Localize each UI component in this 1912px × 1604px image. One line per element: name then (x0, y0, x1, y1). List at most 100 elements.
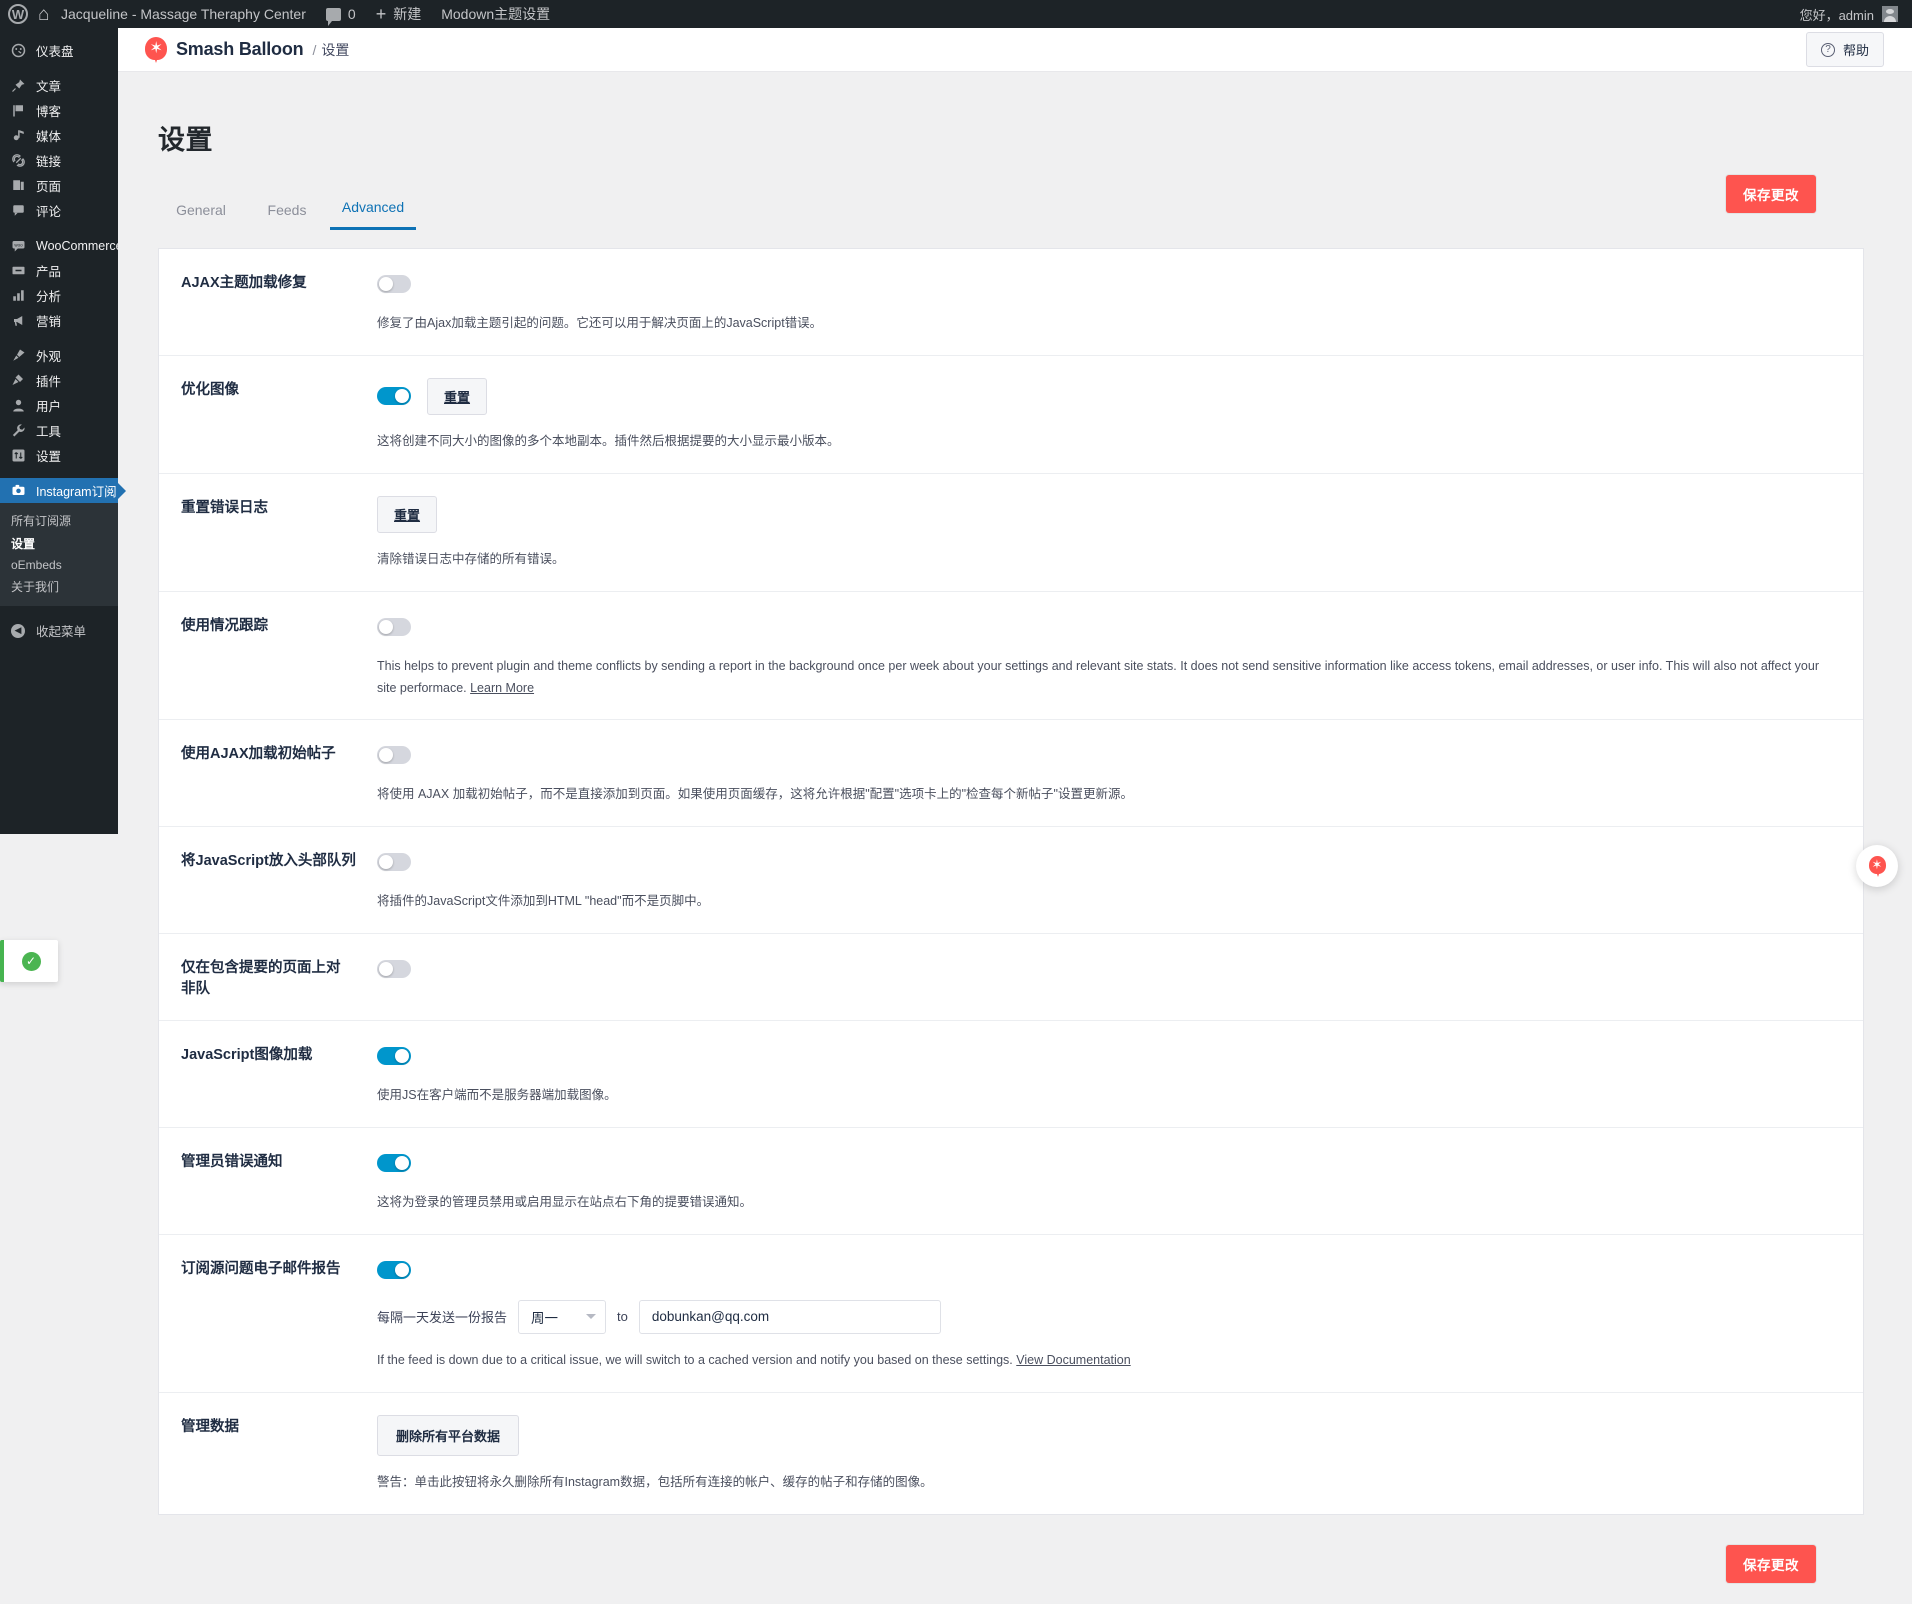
help-button[interactable]: ? 帮助 (1805, 32, 1884, 67)
wp-admin-bar: W Jacqueline - Massage Theraphy Center 0… (0, 0, 1912, 28)
sidebar-item-comments[interactable]: 评论 (0, 198, 118, 223)
sidebar-item-label: 博客 (36, 105, 62, 119)
setting-body: 每隔一天发送一份报告 周一 to dobunkan@qq.com If the … (377, 1257, 1863, 1372)
sidebar-item-woocommerce[interactable]: woo WooCommerce (0, 233, 123, 258)
support-fab-button[interactable]: ✶ (1856, 845, 1898, 887)
plugin-brand[interactable]: ✶ Smash Balloon (145, 36, 304, 63)
chevron-down-icon (586, 1314, 597, 1320)
setting-row-ajax-theme-fix: AJAX主题加载修复 修复了由Ajax加载主题引起的问题。它还可以用于解决页面上… (159, 249, 1863, 356)
sidebar-item-users[interactable]: 用户 (0, 393, 118, 418)
collapse-menu-label: 收起菜单 (36, 625, 87, 639)
toggle-js-image-loading[interactable] (377, 1047, 411, 1066)
setting-label: JavaScript图像加载 (181, 1047, 313, 1064)
delete-all-platform-data-button[interactable]: 删除所有平台数据 (377, 1414, 520, 1456)
toggle-enqueue-on-feed-pages[interactable] (377, 960, 411, 979)
sidebar-item-media[interactable]: 媒体 (0, 123, 118, 148)
sidebar-item-label: 外观 (36, 350, 62, 364)
admin-sidebar: 仪表盘 文章 博客 媒体 链接 页面 评论 woo WooCommerce 产品… (0, 28, 123, 834)
toggle-js-in-head[interactable] (377, 853, 411, 872)
tab-advanced[interactable]: Advanced (330, 191, 416, 230)
save-changes-button-bottom[interactable]: 保存更改 (1726, 1544, 1816, 1583)
sidebar-item-marketing[interactable]: 营销 (0, 308, 118, 333)
reset-error-log-button[interactable]: 重置 (377, 495, 438, 533)
theme-settings-label: Modown主题设置 (441, 6, 551, 22)
setting-row-admin-error-notice: 管理员错误通知 这将为登录的管理员禁用或启用显示在站点右下角的提要错误通知。 (159, 1128, 1863, 1235)
dashboard-icon (9, 42, 27, 60)
tab-general[interactable]: General (158, 194, 244, 230)
sidebar-item-appearance[interactable]: 外观 (0, 343, 118, 368)
sidebar-item-links[interactable]: 链接 (0, 148, 118, 173)
sidebar-item-label: 设置 (36, 450, 62, 464)
success-toast: ✓ (0, 940, 58, 982)
setting-body: 使用JS在客户端而不是服务器端加载图像。 (377, 1043, 1863, 1107)
sidebar-item-label: 评论 (36, 205, 62, 219)
toggle-ajax-theme-fix[interactable] (377, 275, 411, 293)
toggle-admin-error-notice[interactable] (377, 1154, 411, 1173)
toggle-knob (379, 855, 393, 870)
sidebar-item-instagram-feed[interactable]: Instagram订阅 (0, 478, 118, 503)
pages-icon (9, 177, 27, 195)
sidebar-item-products[interactable]: 产品 (0, 258, 118, 283)
learn-more-link[interactable]: Learn More (470, 681, 534, 695)
comment-icon (325, 7, 341, 26)
home-icon (38, 7, 54, 21)
report-email-input[interactable]: dobunkan@qq.com (638, 1299, 941, 1334)
sidebar-item-analytics[interactable]: 分析 (0, 283, 118, 308)
menu-spacer (0, 333, 118, 343)
setting-label: 使用情况跟踪 (181, 617, 268, 634)
save-changes-button-top[interactable]: 保存更改 (1726, 175, 1816, 213)
plugin-header: ✶ Smash Balloon / 设置 ? 帮助 (118, 28, 1912, 72)
sidebar-item-blog[interactable]: 博客 (0, 98, 118, 123)
sidebar-item-label: 用户 (36, 400, 62, 414)
site-name-link[interactable]: Jacqueline - Massage Theraphy Center (28, 0, 316, 28)
theme-settings-link[interactable]: Modown主题设置 (431, 0, 560, 28)
setting-label: 管理员错误通知 (181, 1154, 283, 1171)
submenu-item-oembeds[interactable]: oEmbeds (0, 555, 118, 575)
wordpress-logo-icon[interactable]: W (8, 4, 28, 24)
menu-spacer (0, 468, 118, 478)
setting-row-ajax-initial-posts: 使用AJAX加载初始帖子 将使用 AJAX 加载初始帖子，而不是直接添加到页面。… (159, 720, 1863, 828)
brand-label: Smash Balloon (176, 39, 304, 59)
sidebar-item-plugins[interactable]: 插件 (0, 368, 118, 393)
sidebar-item-label: 页面 (36, 180, 62, 194)
account-menu[interactable]: 您好，admin (1800, 5, 1912, 24)
setting-body: This helps to prevent plugin and theme c… (377, 614, 1863, 700)
setting-description: 这将为登录的管理员禁用或启用显示在站点右下角的提要错误通知。 (377, 1195, 753, 1210)
setting-label: 管理数据 (181, 1418, 239, 1435)
view-documentation-link[interactable]: View Documentation (1016, 1353, 1130, 1367)
submenu-item-settings[interactable]: 设置 (0, 532, 118, 555)
settings-tabs: General Feeds Advanced 保存更改 (158, 175, 1864, 230)
setting-body: 将插件的JavaScript文件添加到HTML "head"而不是页脚中。 (377, 849, 1863, 913)
setting-control: 重置 (377, 495, 1837, 533)
sidebar-item-pages[interactable]: 页面 (0, 173, 118, 198)
tab-feeds[interactable]: Feeds (244, 194, 330, 230)
setting-control (377, 956, 1837, 982)
collapse-menu-button[interactable]: ◀ 收起菜单 (0, 618, 118, 643)
toggle-optimize-images[interactable] (377, 387, 411, 406)
sidebar-item-dashboard[interactable]: 仪表盘 (0, 38, 118, 63)
sidebar-item-label: 营销 (36, 315, 62, 329)
toggle-feed-issue-email[interactable] (377, 1260, 411, 1279)
submenu-item-about[interactable]: 关于我们 (0, 575, 118, 598)
greeting-label: 您好，admin (1799, 7, 1874, 23)
sidebar-item-label: Instagram订阅 (36, 485, 117, 499)
report-day-select[interactable]: 周一 (518, 1299, 607, 1334)
menu-spacer (0, 63, 118, 73)
megaphone-icon (9, 312, 27, 330)
sidebar-item-posts[interactable]: 文章 (0, 73, 118, 98)
setting-label: 重置错误日志 (181, 499, 268, 516)
comments-link[interactable]: 0 (316, 0, 366, 28)
toggle-ajax-initial-posts[interactable] (377, 746, 411, 765)
setting-body: 修复了由Ajax加载主题引起的问题。它还可以用于解决页面上的JavaScript… (377, 271, 1863, 335)
toggle-knob (379, 962, 393, 977)
reset-optimize-images-button[interactable]: 重置 (427, 377, 488, 415)
sidebar-item-label: 分析 (36, 290, 62, 304)
submenu-item-all-feeds[interactable]: 所有订阅源 (0, 509, 118, 532)
sidebar-item-settings[interactable]: 设置 (0, 443, 118, 468)
toggle-usage-tracking[interactable] (377, 617, 411, 636)
smash-balloon-icon: ✶ (1868, 855, 1886, 877)
sidebar-item-tools[interactable]: 工具 (0, 418, 118, 443)
new-content-link[interactable]: + 新建 (366, 0, 432, 28)
setting-row-manage-data: 管理数据 删除所有平台数据 警告：单击此按钮将永久删除所有Instagram数据… (159, 1393, 1863, 1514)
setting-row-enqueue-on-feed-pages: 仅在包含提要的页面上对 非队 (159, 934, 1863, 1022)
